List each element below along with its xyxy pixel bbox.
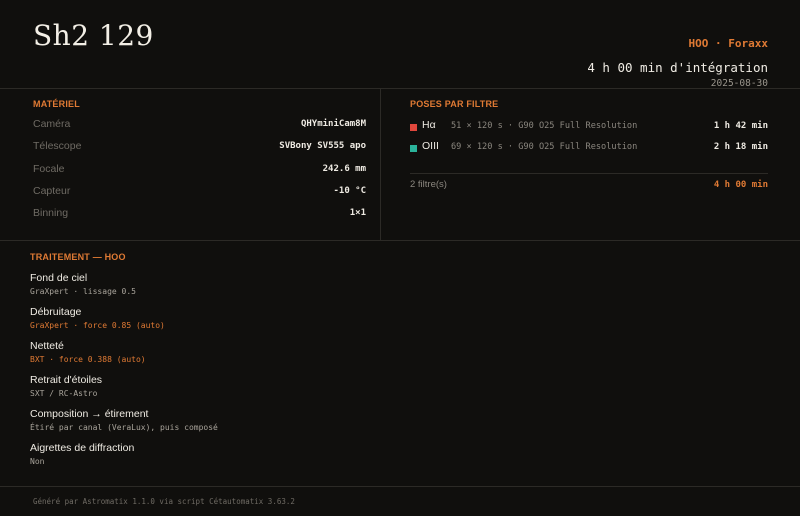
- filter-detail: 69 × 120 s · G90 O25 Full Resolution: [451, 142, 638, 152]
- filter-color-swatch: [410, 145, 417, 152]
- processing-step: Débruitage GraXpert · force 0.85 (auto): [30, 306, 530, 340]
- equipment-row: Focale 242.6 mm: [33, 163, 366, 185]
- processing-section: TRAITEMENT — HOO Fond de ciel GraXpert ·…: [30, 252, 530, 476]
- processing-step: Aigrettes de diffraction Non: [30, 442, 530, 476]
- equipment-section: MATÉRIEL Caméra QHYminiCam8M Télescope S…: [33, 99, 366, 229]
- step-description: GraXpert · force 0.85 (auto): [30, 321, 165, 330]
- equipment-row: Caméra QHYminiCam8M: [33, 118, 366, 140]
- step-description: SXT / RC-Astro: [30, 389, 98, 398]
- filter-name: OIII: [422, 140, 439, 152]
- equipment-label: Capteur: [33, 184, 71, 197]
- integration-time: 4 h 00 min d'intégration: [587, 60, 768, 75]
- step-name: Débruitage: [30, 306, 82, 318]
- equipment-label: Caméra: [33, 118, 71, 130]
- step-name: Retrait d'étoiles: [30, 374, 103, 386]
- equipment-label: Binning: [33, 207, 69, 220]
- equipment-label: Focale: [33, 162, 65, 175]
- filter-duration: 2 h 18 min: [713, 142, 768, 152]
- processing-step: Netteté BXT · force 0.388 (auto): [30, 340, 530, 374]
- processing-step: Composition → étirement Étiré par canal …: [30, 408, 530, 442]
- divider: [0, 88, 800, 89]
- equipment-value: SVBony SV555 apo: [279, 141, 366, 152]
- equipment-value: 1×1: [349, 208, 366, 219]
- equipment-row: Binning 1×1: [33, 207, 366, 229]
- step-description: Étiré par canal (VeraLux), puis composé: [30, 423, 218, 432]
- step-name: Aigrettes de diffraction: [30, 442, 135, 454]
- step-name: Netteté: [30, 340, 64, 352]
- section-title: TRAITEMENT — HOO: [30, 252, 126, 262]
- equipment-value: QHYminiCam8M: [300, 119, 366, 129]
- header-summary: HOO · Foraxx 4 h 00 min d'intégration 20…: [587, 37, 768, 89]
- step-description: GraXpert · lissage 0.5: [30, 287, 136, 296]
- header: Sh2 129 HOO · Foraxx 4 h 00 min d'intégr…: [0, 0, 800, 89]
- filter-color-swatch: [410, 124, 417, 131]
- filter-duration: 1 h 42 min: [713, 121, 768, 131]
- step-description: Non: [30, 457, 45, 466]
- step-description: BXT · force 0.388 (auto): [30, 355, 146, 364]
- divider: [0, 240, 800, 241]
- footer-credit: Généré par Astromatix 1.1.0 via script C…: [33, 497, 295, 506]
- divider: [0, 486, 800, 487]
- section-title: POSES PAR FILTRE: [410, 99, 499, 109]
- equipment-value: 242.6 mm: [322, 163, 366, 174]
- filter-name: Hα: [422, 119, 436, 131]
- exposures-section: POSES PAR FILTRE Hα 51 × 120 s · G90 O25…: [410, 99, 768, 161]
- equipment-row: Télescope SVBony SV555 apo: [33, 140, 366, 162]
- section-title: MATÉRIEL: [33, 99, 80, 109]
- page-title: Sh2 129: [33, 19, 154, 52]
- equipment-row: Capteur -10 °C: [33, 185, 366, 207]
- filter-row: Hα 51 × 120 s · G90 O25 Full Resolution …: [410, 119, 768, 140]
- step-name: Fond de ciel: [30, 272, 88, 284]
- equipment-label: Télescope: [33, 140, 82, 153]
- column-divider: [380, 88, 381, 240]
- palette-tag: HOO · Foraxx: [688, 37, 768, 50]
- processing-step: Fond de ciel GraXpert · lissage 0.5: [30, 272, 530, 306]
- total-duration: 4 h 00 min: [713, 180, 768, 190]
- processing-step: Retrait d'étoiles SXT / RC-Astro: [30, 374, 530, 408]
- filter-count: 2 filtre(s): [410, 179, 447, 190]
- step-name: Composition → étirement: [30, 408, 149, 420]
- divider: [410, 173, 768, 174]
- filter-row: OIII 69 × 120 s · G90 O25 Full Resolutio…: [410, 140, 768, 161]
- report-page: Sh2 129 HOO · Foraxx 4 h 00 min d'intégr…: [0, 0, 800, 516]
- filter-detail: 51 × 120 s · G90 O25 Full Resolution: [451, 121, 638, 131]
- exposures-total: 2 filtre(s) 4 h 00 min: [410, 179, 768, 193]
- equipment-value: -10 °C: [333, 185, 366, 196]
